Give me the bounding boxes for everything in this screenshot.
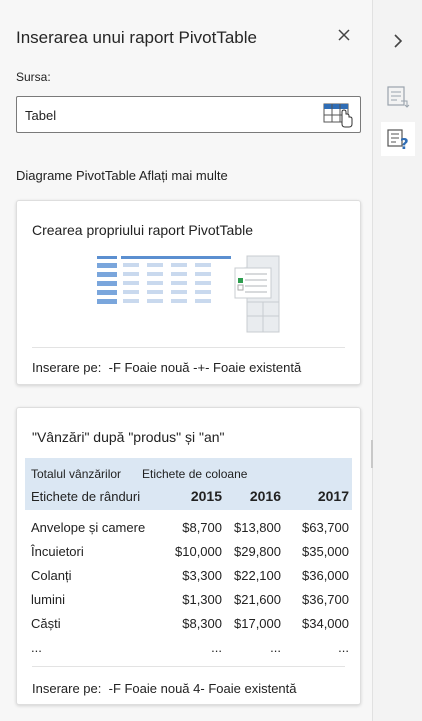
new-sheet-option[interactable]: -F Foaie nouă [109,681,190,696]
existing-sheet-option[interactable]: -+- Foaie existentă [193,360,301,375]
svg-text:?: ? [400,135,409,152]
source-label: Sursa: [16,70,51,84]
cell-value: ... [211,640,222,655]
source-field[interactable]: Tabel [16,96,361,133]
pivot-header: Totalul vânzărilor Etichete de coloane E… [25,458,352,510]
cell-value: $8,300 [182,616,222,631]
cell-value: $3,300 [182,568,222,583]
pivot-help-icon[interactable]: ? [381,122,415,156]
column-labels-header: Etichete de coloane [142,467,248,481]
row-label: ... [31,640,42,655]
pane-title: Inserarea unui raport PivotTable [16,28,257,47]
table-row: ... ... ... ... [25,636,352,660]
insert-on-label: Inserare pe: [32,360,102,375]
cell-value: ... [270,640,281,655]
suggested-pivot-card[interactable]: "Vânzări" după "produs" și "an" Totalul … [16,407,361,705]
existing-sheet-option[interactable]: 4- Foaie existentă [193,681,296,696]
row-label: Căști [31,616,61,631]
table-range-picker-icon[interactable] [322,101,354,129]
insert-pivottable-pane: Inserarea unui raport PivotTable Sursa: … [0,0,373,721]
table-row: Căști $8,300 $17,000 $34,000 [25,612,352,636]
year-header: 2016 [249,488,281,504]
cell-value: $13,800 [234,520,281,535]
year-header: 2017 [317,488,349,504]
row-label: Anvelope și camere [31,520,146,535]
pivot-preview-table: Totalul vânzărilor Etichete de coloane E… [25,458,352,660]
insert-on-row: Inserare pe: -F Foaie nouă -+- Foaie exi… [32,360,301,375]
row-label: Colanți [31,568,72,583]
insert-on-label: Inserare pe: [32,681,102,696]
cell-value: $36,700 [302,592,349,607]
table-row: Colanți $3,300 $22,100 $36,000 [25,564,352,588]
side-rail: ? [373,0,422,721]
values-header: Totalul vânzărilor [31,467,122,481]
row-label: lumini [31,592,65,607]
cell-value: $17,000 [234,616,281,631]
table-row: Încuietori $10,000 $29,800 $35,000 [25,540,352,564]
card-title: Crearea propriului raport PivotTable [32,222,253,238]
table-row: Anvelope și camere $8,700 $13,800 $63,70… [25,516,352,540]
new-sheet-option[interactable]: -F Foaie nouă [109,360,190,375]
cell-value: $21,600 [234,592,281,607]
year-header: 2015 [190,488,222,504]
cell-value: $8,700 [182,520,222,535]
cell-value: ... [338,640,349,655]
cell-value: $36,000 [302,568,349,583]
learn-more-link[interactable]: Aflați mai multe [139,168,228,183]
field-list-icon[interactable] [381,80,415,114]
card-divider [32,347,345,348]
chevron-right-icon[interactable] [381,24,415,58]
row-label: Încuietori [31,544,84,559]
cell-value: $22,100 [234,568,281,583]
cell-value: $35,000 [302,544,349,559]
card-divider [32,666,345,667]
cell-value: $29,800 [234,544,281,559]
suggestions-heading: Diagrame PivotTable Aflați mai multe [16,168,228,183]
card-title: "Vânzări" după "produs" și "an" [32,429,225,445]
create-own-pivot-card[interactable]: Crearea propriului raport PivotTable Ins… [16,200,361,385]
close-icon[interactable] [333,24,355,46]
cell-value: $1,300 [182,592,222,607]
suggestions-label: Diagrame PivotTable [16,168,136,183]
table-row: lumini $1,300 $21,600 $36,700 [25,588,352,612]
cell-value: $10,000 [175,544,222,559]
cell-value: $34,000 [302,616,349,631]
pivot-illustration-icon [95,254,285,339]
row-labels-header: Etichete de rânduri [31,489,141,504]
source-value: Tabel [25,108,57,123]
insert-on-row: Inserare pe: -F Foaie nouă 4- Foaie exis… [32,681,297,696]
cell-value: $63,700 [302,520,349,535]
